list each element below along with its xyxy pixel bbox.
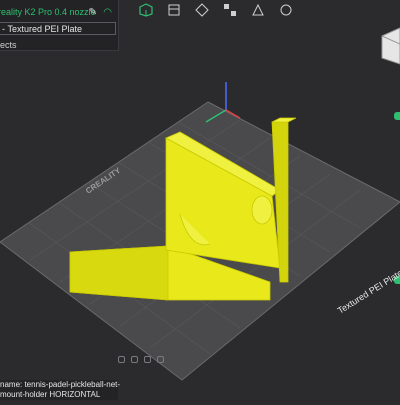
bottom-view-tools — [118, 356, 164, 363]
view-tool-icon[interactable] — [131, 356, 138, 363]
printer-row[interactable]: reality K2 Pro 0.4 nozzle ✎ ◠ — [0, 4, 112, 20]
objects-tab[interactable]: ects — [0, 37, 17, 53]
printer-name[interactable]: reality K2 Pro 0.4 nozzle — [0, 7, 96, 17]
plate-type-value: Textured PEI Plate — [7, 23, 83, 34]
build-plate-scene — [0, 82, 400, 381]
lower-layer-slider-handle[interactable] — [394, 276, 400, 284]
add-cube-icon[interactable] — [138, 3, 154, 17]
printer-row-icons: ✎ ◠ — [89, 4, 112, 20]
more-icon[interactable] — [278, 3, 294, 17]
3d-viewport[interactable] — [0, 0, 400, 400]
nav-cube-icon[interactable] — [378, 26, 400, 66]
upper-layer-slider-handle[interactable] — [394, 112, 400, 120]
wifi-icon[interactable]: ◠ — [103, 7, 112, 18]
layers-icon[interactable] — [166, 3, 182, 17]
orient-icon[interactable] — [194, 3, 210, 17]
edit-icon[interactable]: ✎ — [89, 7, 97, 18]
arrange-icon[interactable] — [222, 3, 238, 17]
view-tool-icon[interactable] — [118, 356, 125, 363]
object-name-line2: mount-holder HORIZONTAL — [0, 390, 101, 399]
view-tool-icon[interactable] — [144, 356, 151, 363]
printer-settings-panel: reality K2 Pro 0.4 nozzle ✎ ◠ - Textured… — [0, 0, 119, 51]
top-toolbar — [138, 0, 294, 20]
object-info: name: tennis-padel-pickleball-net- mount… — [0, 380, 121, 400]
view-tool-icon[interactable] — [157, 356, 164, 363]
object-name-line1: name: tennis-padel-pickleball-net- — [0, 380, 121, 389]
plate-type-select[interactable]: - Textured PEI Plate — [0, 22, 116, 35]
support-icon[interactable] — [250, 3, 266, 17]
